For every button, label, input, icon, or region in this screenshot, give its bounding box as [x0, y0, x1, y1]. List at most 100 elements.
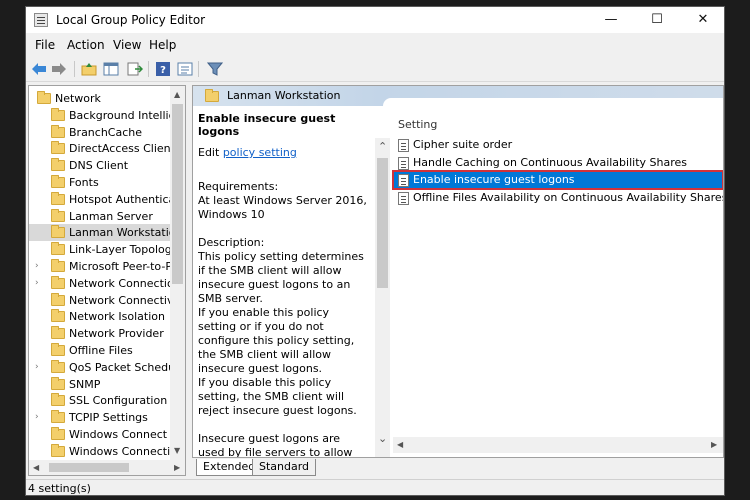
tree-item[interactable]: Fonts	[29, 174, 179, 191]
setting-column-header[interactable]: Setting	[398, 118, 437, 131]
description-label: Description:	[198, 236, 265, 249]
tree-item[interactable]: DirectAccess Client Exp	[29, 140, 185, 157]
folder-icon	[51, 158, 65, 172]
settings-list: Setting Cipher suite order Handle Caching…	[392, 112, 724, 457]
folder-icon	[51, 225, 65, 239]
policy-setting-icon	[398, 191, 409, 205]
setting-label: Cipher suite order	[413, 138, 513, 151]
tree-item[interactable]: SSL Configuration Set	[29, 392, 185, 409]
tree-item[interactable]: › Network Connections	[29, 275, 185, 292]
tree-item-label: Network Connections	[69, 276, 186, 290]
minimize-button[interactable]: —	[588, 7, 634, 33]
tab-standard[interactable]: Standard	[252, 459, 317, 476]
folder-icon	[37, 91, 51, 104]
tree-item[interactable]: › TCPIP Settings	[29, 409, 179, 426]
tree-item[interactable]: › QoS Packet Scheduler	[29, 359, 185, 376]
filter-icon[interactable]	[206, 60, 224, 78]
tree-item[interactable]: Network Provider	[29, 325, 179, 342]
expand-chevron-icon[interactable]: ›	[35, 275, 39, 292]
scroll-right-arrow-icon[interactable]: ▶	[174, 463, 180, 472]
expand-chevron-icon[interactable]: ›	[35, 258, 39, 275]
tree-vertical-scroll-thumb[interactable]	[172, 104, 183, 284]
show-hide-tree-icon[interactable]	[102, 60, 120, 78]
tree-item-label: Offline Files	[69, 344, 133, 357]
menu-bar: File Action View Help	[26, 35, 724, 55]
tree-item[interactable]: Windows Connection	[29, 443, 184, 460]
tree-vertical-scrollbar[interactable]: ▲ ▼	[170, 86, 185, 460]
help-icon[interactable]: ?	[154, 60, 172, 78]
tree-item-label: BranchCache	[69, 125, 143, 139]
description-scrollbar[interactable]: ⌃ ⌄	[375, 138, 390, 457]
folder-icon	[51, 376, 65, 390]
requirements-text: At least Windows Server 2016, Windows 10	[198, 194, 367, 221]
tree-item[interactable]: BranchCache	[29, 124, 179, 141]
setting-row[interactable]: Offline Files Availability on Continuous…	[393, 189, 724, 207]
tree-horizontal-scrollbar[interactable]: ◀ ▶	[29, 460, 185, 475]
menu-help[interactable]: Help	[149, 38, 176, 52]
tree-item[interactable]: Link-Layer Topology D	[29, 241, 185, 258]
folder-icon	[51, 175, 65, 188]
folder-icon	[51, 124, 65, 138]
tree-item[interactable]: SNMP	[29, 376, 179, 393]
setting-row[interactable]: Enable insecure guest logons	[392, 170, 723, 190]
tree-item[interactable]: DNS Client	[29, 157, 179, 174]
menu-view[interactable]: View	[113, 38, 141, 52]
policy-setting-link[interactable]: policy setting	[223, 146, 297, 159]
tree-item-label: QoS Packet Scheduler	[69, 360, 186, 374]
tree-item-label: Link-Layer Topology D	[69, 243, 186, 257]
expand-chevron-icon[interactable]: ›	[35, 359, 39, 376]
setting-row[interactable]: Cipher suite order	[393, 136, 721, 154]
tree-item[interactable]: Hotspot Authenticatio	[29, 191, 185, 208]
folder-icon	[205, 89, 219, 102]
window-title: Local Group Policy Editor	[56, 13, 206, 27]
tree-item[interactable]: Network Isolation	[29, 308, 179, 325]
tree-item-label: SSL Configuration Set	[69, 394, 186, 408]
settings-scroll-left-icon[interactable]: ◀	[397, 440, 403, 449]
title-bar[interactable]: Local Group Policy Editor — ☐ ✕	[26, 7, 724, 33]
tree-item-label: Hotspot Authenticatio	[69, 192, 186, 206]
menu-action[interactable]: Action	[67, 38, 105, 52]
tree-item[interactable]: Background Intelliger	[29, 107, 185, 124]
tree-item[interactable]: Network	[29, 90, 179, 107]
back-arrow-icon[interactable]	[30, 60, 48, 78]
folder-icon	[51, 141, 65, 155]
description-scroll-down-icon[interactable]: ⌄	[378, 432, 387, 445]
settings-scroll-right-icon[interactable]: ▶	[711, 440, 717, 449]
tree-item[interactable]: Lanman Workstation	[29, 224, 183, 242]
tree-item[interactable]: Network Connectivity	[29, 292, 185, 309]
tree-item-label: Windows Connect No	[69, 428, 186, 441]
policy-setting-icon	[398, 139, 409, 152]
close-button[interactable]: ✕	[680, 7, 724, 33]
description-scroll-up-icon[interactable]: ⌃	[378, 140, 387, 153]
forward-arrow-icon[interactable]	[50, 60, 68, 78]
settings-horizontal-scrollbar[interactable]: ◀ ▶	[393, 437, 723, 453]
tree-item[interactable]: Offline Files	[29, 342, 179, 359]
maximize-button[interactable]: ☐	[634, 7, 680, 33]
description-scroll-thumb[interactable]	[377, 158, 388, 288]
menu-file[interactable]: File	[35, 38, 55, 52]
tree-horizontal-scroll-thumb[interactable]	[49, 463, 129, 472]
setting-label: Enable insecure guest logons	[413, 173, 575, 186]
expand-chevron-icon[interactable]: ›	[35, 409, 39, 426]
setting-label: Offline Files Availability on Continuous…	[413, 190, 724, 204]
export-list-icon[interactable]	[126, 60, 144, 78]
tree-item[interactable]: › Microsoft Peer-to-Pee	[29, 258, 185, 275]
folder-icon	[51, 326, 65, 340]
folder-icon	[51, 359, 65, 373]
navigation-tree[interactable]: Network Background Intelliger BranchCache D…	[28, 85, 186, 476]
tree-item-label: Lanman Workstation	[69, 226, 183, 240]
toolbar: ?	[26, 56, 724, 82]
tree-item-label: Network	[55, 92, 101, 105]
scroll-down-arrow-icon[interactable]: ▼	[174, 446, 180, 455]
description-paragraph-2: If you enable this policy setting or if …	[198, 306, 355, 375]
properties-icon[interactable]	[176, 60, 194, 78]
description-paragraph-4: Insecure guest logons are used by file s…	[198, 432, 353, 457]
app-icon	[34, 13, 48, 27]
folder-icon	[51, 208, 65, 222]
scroll-left-arrow-icon[interactable]: ◀	[33, 463, 39, 472]
setting-row[interactable]: Handle Caching on Continuous Availabilit…	[393, 154, 721, 172]
tree-item[interactable]: Windows Connect No	[29, 426, 185, 443]
up-folder-icon[interactable]	[80, 60, 98, 78]
tree-item[interactable]: Lanman Server	[29, 208, 179, 225]
scroll-up-arrow-icon[interactable]: ▲	[174, 90, 180, 99]
